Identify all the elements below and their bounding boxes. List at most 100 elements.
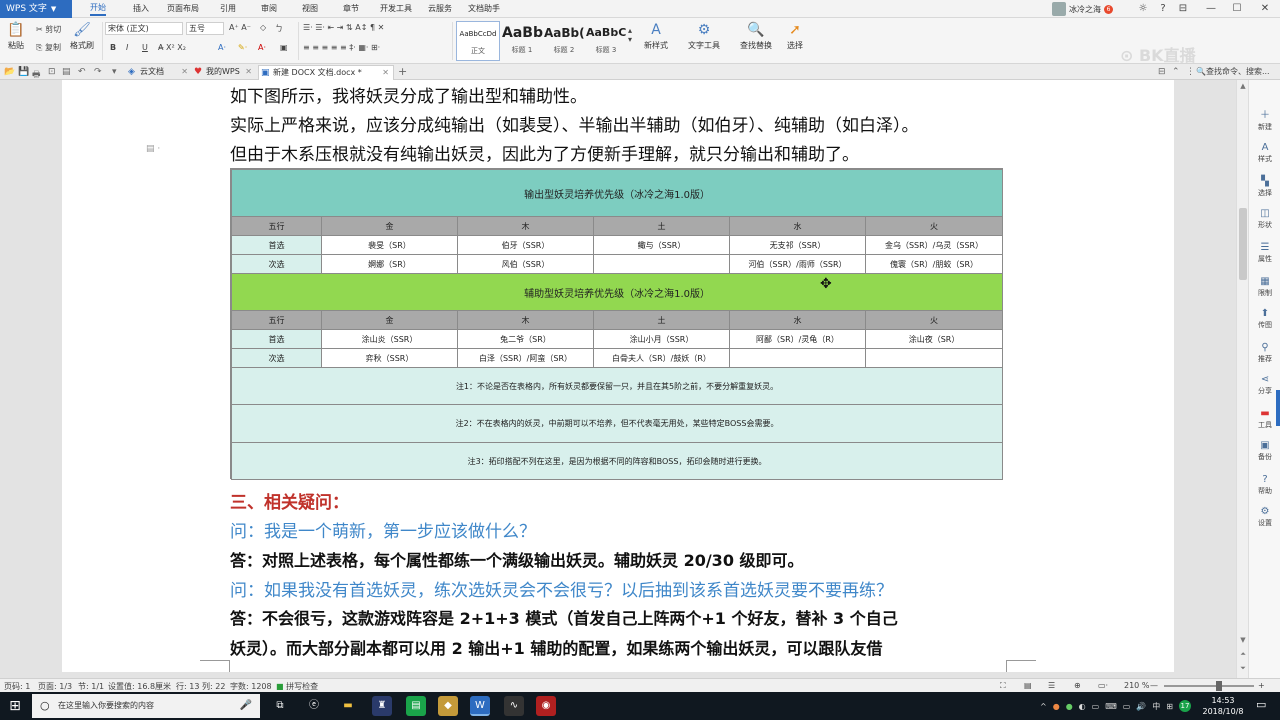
undo-icon[interactable]: ↶ (78, 67, 86, 77)
task-view-icon[interactable]: ⧉ (270, 696, 290, 716)
side-new-button[interactable]: ＋ 新建 (1249, 110, 1280, 132)
close-button[interactable]: ✕ (1258, 2, 1272, 16)
taskbar-search-box[interactable]: ○ 在这里输入你要搜索的内容 🎤 (32, 694, 260, 718)
tab-my-wps[interactable]: ♥ 我的WPS ✕ (192, 65, 256, 80)
scrollbar-thumb[interactable] (1239, 208, 1247, 280)
tray-app-icon[interactable]: ● (1066, 702, 1073, 711)
style-heading1[interactable]: AaBb 标题 1 (502, 21, 543, 61)
find-replace-button[interactable]: 🔍 查找替换 (736, 22, 776, 51)
view-fullscreen-icon[interactable]: ⛶ (1000, 681, 1006, 691)
skin-icon[interactable]: ☼ (1136, 2, 1150, 16)
close-icon[interactable]: ✕ (382, 66, 389, 80)
font-size-select[interactable]: 五号 (186, 22, 224, 35)
text-tools-button[interactable]: ⚙ 文字工具 (684, 22, 724, 51)
tab-reference[interactable]: 引用 (220, 3, 236, 14)
expand-icon[interactable]: ⌃ (1172, 67, 1180, 77)
preview-icon[interactable]: ⊡ (48, 67, 56, 77)
collapse-ribbon-icon[interactable]: ⊟ (1158, 67, 1166, 77)
clear-format-icon[interactable]: ◇ (260, 23, 266, 32)
notification-count[interactable]: 17 (1179, 700, 1191, 712)
record-icon[interactable]: ◉ (536, 696, 556, 716)
microphone-icon[interactable]: 🎤 (240, 694, 252, 718)
select-button[interactable]: ➚ 选择 (780, 22, 810, 51)
side-select-button[interactable]: ▚ 选择 (1249, 176, 1280, 198)
wps-writer-icon[interactable]: W (470, 696, 490, 716)
minimize-button[interactable]: — (1204, 2, 1218, 16)
side-backup-button[interactable]: ▣ 备份 (1249, 440, 1280, 462)
highlight-icon[interactable]: ✎· (238, 43, 247, 52)
side-shape-button[interactable]: ◫ 形状 (1249, 208, 1280, 230)
app-icon[interactable]: ∿ (504, 696, 524, 716)
document-page[interactable]: ▤ · 如下图所示，我将妖灵分成了输出型和辅助性。 实际上严格来说，应该分成纯输… (62, 80, 1174, 672)
customize-icon[interactable]: ▾ (112, 67, 117, 77)
add-tab-button[interactable]: + (398, 65, 407, 78)
font-color-icon[interactable]: A· (258, 43, 266, 52)
close-icon[interactable]: ✕ (181, 65, 188, 79)
tab-insert[interactable]: 插入 (133, 3, 149, 14)
wechat-icon[interactable]: ▤ (406, 696, 426, 716)
windows-start-icon[interactable]: ⊞ (6, 697, 24, 715)
tab-view[interactable]: 视图 (302, 3, 318, 14)
ime-mode-icon[interactable]: ⊞ (1166, 702, 1173, 711)
tab-developer[interactable]: 开发工具 (380, 3, 412, 14)
cut-button[interactable]: ✂ 剪切 (36, 24, 61, 35)
view-web-icon[interactable]: ⊕ (1074, 681, 1081, 690)
export-icon[interactable]: ▤ (62, 67, 71, 77)
more-icon[interactable]: ⋮ (1186, 67, 1195, 77)
grow-font-icon[interactable]: A⁺ A⁻ (229, 23, 251, 32)
tab-review[interactable]: 审阅 (261, 3, 277, 14)
vertical-scrollbar[interactable]: ▲ ▼ ⏶ ⏷ (1236, 80, 1248, 678)
status-words[interactable]: 字数: 1208 (230, 681, 272, 692)
app-menu-button[interactable]: WPS 文字 ▼ (0, 0, 72, 18)
bold-button[interactable]: B (110, 43, 116, 52)
align-left-icon[interactable]: ≡ ≡ ≡ ≡ ≡ ‡· ▦· ⊞· (303, 43, 380, 52)
save-icon[interactable]: 💾 (18, 67, 29, 77)
chevron-up-icon[interactable]: ^ (1040, 702, 1047, 711)
zoom-slider-knob[interactable] (1216, 681, 1222, 691)
phonetic-icon[interactable]: ㄅ (275, 23, 283, 34)
command-search[interactable]: 🔍查找命令、搜索... (1196, 66, 1270, 77)
clock[interactable]: 14:53 2018/10/8 (1196, 695, 1250, 717)
close-icon[interactable]: ✕ (245, 65, 252, 79)
game-icon[interactable]: ◆ (438, 696, 458, 716)
ime-icon[interactable]: 中 (1152, 701, 1160, 712)
zoom-level[interactable]: 210 % (1124, 681, 1149, 690)
status-pages[interactable]: 页面: 1/3 (38, 681, 72, 692)
zoom-out-icon[interactable]: — (1150, 681, 1158, 690)
strike-icon[interactable]: A̶ X² X₂ (158, 43, 186, 52)
user-area[interactable]: 冰冷之海 6 (1052, 1, 1113, 17)
side-help-button[interactable]: ? 帮助 (1249, 474, 1280, 496)
view-reading-icon[interactable]: ▭· (1098, 681, 1108, 690)
char-border-icon[interactable]: ▣ (280, 43, 288, 52)
open-icon[interactable]: 📂 (4, 67, 15, 77)
side-restrict-button[interactable]: ▦ 限制 (1249, 276, 1280, 298)
file-explorer-icon[interactable]: ▬ (338, 696, 358, 716)
network-icon[interactable]: ▭ (1123, 702, 1131, 711)
edge-browser-icon[interactable]: ⓔ (304, 696, 324, 716)
font-name-select[interactable]: 宋体 (正文) (105, 22, 183, 35)
tab-doc-assistant[interactable]: 文档助手 (468, 3, 500, 14)
italic-button[interactable]: I (126, 43, 128, 52)
zoom-in-icon[interactable]: + (1258, 681, 1265, 690)
status-spell-check[interactable]: ■ 拼写检查 (276, 681, 318, 692)
new-style-button[interactable]: A 新样式 (638, 22, 674, 51)
tab-current-document[interactable]: ▣ 新建 DOCX 文档.docx * ✕ (258, 65, 394, 80)
action-center-icon[interactable]: ▭ (1256, 698, 1266, 711)
help-icon[interactable]: ? (1156, 2, 1170, 16)
tab-page-layout[interactable]: 页面布局 (167, 3, 199, 14)
side-recommend-button[interactable]: ⚲ 推荐 (1249, 342, 1280, 364)
copy-button[interactable]: ⎘ 复制 (36, 42, 61, 53)
tab-chapter[interactable]: 章节 (343, 3, 359, 14)
option-icon[interactable]: ⊟ (1176, 2, 1190, 16)
tab-home[interactable]: 开始 (90, 2, 106, 16)
tab-cloud[interactable]: 云服务 (428, 3, 452, 14)
paragraph-handle-icon[interactable]: ▤ · (146, 144, 160, 154)
side-property-button[interactable]: ☰ 属性 (1249, 242, 1280, 264)
underline-button[interactable]: U (142, 43, 148, 52)
paste-button[interactable]: 📋 粘贴 (4, 22, 28, 51)
view-outline-icon[interactable]: ☰ (1048, 681, 1055, 690)
maximize-button[interactable]: ☐ (1230, 2, 1244, 16)
view-page-icon[interactable]: ▤ (1024, 681, 1032, 690)
zoom-slider[interactable] (1164, 685, 1254, 687)
tray-app-icon[interactable]: ◐ (1079, 702, 1086, 711)
